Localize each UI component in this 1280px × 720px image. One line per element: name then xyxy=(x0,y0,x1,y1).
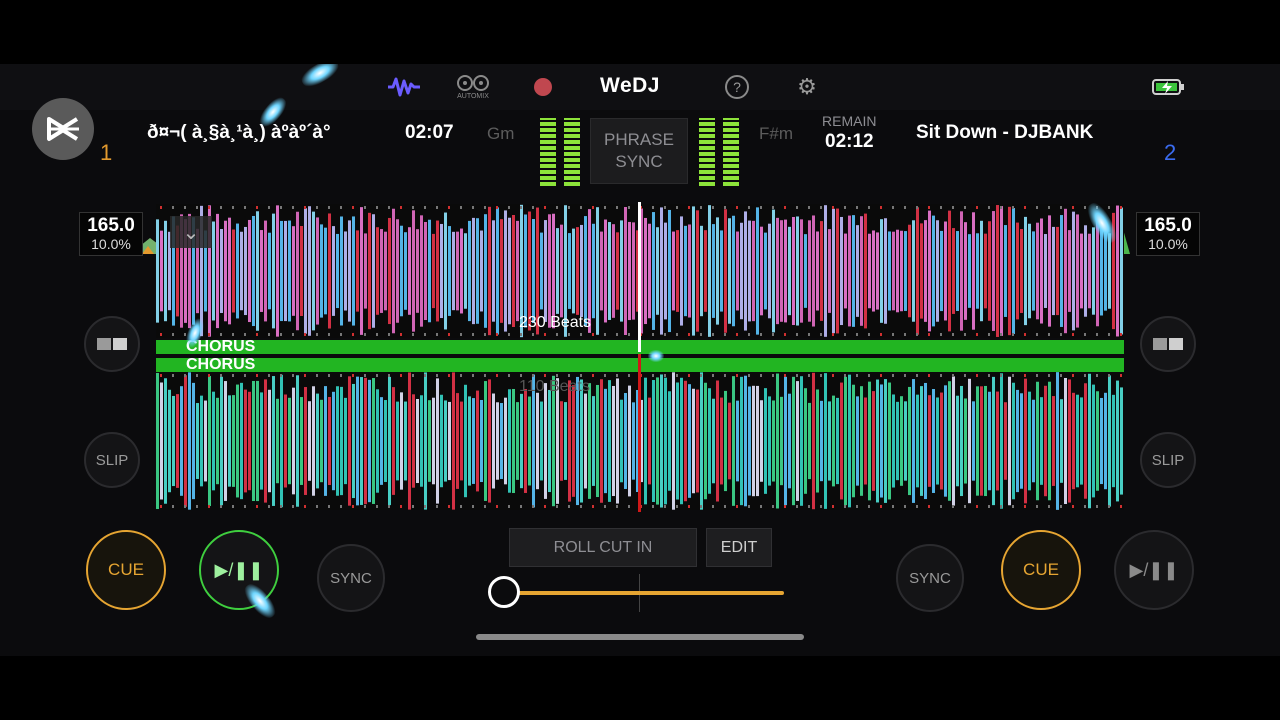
phrase-sync-button[interactable]: PHRASE SYNC xyxy=(590,118,688,184)
deck1-bpm-display[interactable]: 165.0 10.0% xyxy=(79,212,143,256)
phrase-sync-line1: PHRASE xyxy=(604,130,674,149)
deck2-level-meter-a xyxy=(699,118,715,186)
capcut-logo-icon xyxy=(32,98,94,160)
split-view-icon xyxy=(97,338,127,350)
deck1-title[interactable]: ð¤¬( à¸§à¸¹à¸) àºàº´à° xyxy=(147,122,362,144)
deck2-beats-label: 110 Beats xyxy=(519,378,590,395)
deck2-number: 2 xyxy=(1164,140,1177,165)
automix-label: AUTOMIX xyxy=(457,93,489,100)
crossfader-knob[interactable] xyxy=(488,576,520,608)
deck2-bpm: 165.0 xyxy=(1144,215,1192,236)
deck1-time: 02:07 xyxy=(405,122,454,143)
deck2-cue-button[interactable]: CUE xyxy=(1001,530,1081,610)
gear-icon[interactable]: ⚙ xyxy=(794,74,820,100)
battery-charging-icon xyxy=(1152,77,1186,97)
phrase-sync-line2: SYNC xyxy=(615,152,663,171)
split-view-icon xyxy=(1153,338,1183,350)
deck2-slip-button[interactable]: SLIP xyxy=(1140,432,1196,488)
deck1-beats-label: 230 Beats xyxy=(519,314,592,331)
app-brand: WeDJ xyxy=(600,74,660,97)
deck1-slip-button[interactable]: SLIP xyxy=(84,432,140,488)
deck1-playhead xyxy=(638,202,641,352)
deck2-pitch: 10.0% xyxy=(1148,236,1188,252)
sparkle-effect xyxy=(648,350,664,362)
deck2-split-view-button[interactable] xyxy=(1140,316,1196,372)
deck2-level-meter-b xyxy=(723,118,739,186)
chevron-down-icon[interactable]: ⌄ xyxy=(170,216,212,248)
deck1-cue-button[interactable]: CUE xyxy=(86,530,166,610)
waveform-icon[interactable] xyxy=(386,74,422,100)
deck1-sync-button[interactable]: SYNC xyxy=(317,544,385,612)
deck1-number: 1 xyxy=(100,140,113,165)
home-indicator xyxy=(476,634,804,640)
record-icon[interactable] xyxy=(532,76,554,98)
deck1-level-meter-a xyxy=(540,118,556,186)
fx-edit-button[interactable]: EDIT xyxy=(706,528,772,567)
deck1-pitch: 10.0% xyxy=(91,236,131,252)
top-bar: AUTOMIX WeDJ ? ⚙ xyxy=(0,64,1280,110)
deck2-remain-label: REMAIN xyxy=(822,113,877,129)
deck1-level-meter-b xyxy=(564,118,580,186)
deck2-title[interactable]: Sit Down - DJBANK xyxy=(916,122,1136,144)
deck2-play-pause-button[interactable]: ▶/❚❚ xyxy=(1114,530,1194,610)
deck2-sync-button[interactable]: SYNC xyxy=(896,544,964,612)
deck2-time: 02:12 xyxy=(825,131,874,152)
automix-button[interactable]: AUTOMIX xyxy=(452,70,494,104)
wedj-app: AUTOMIX WeDJ ? ⚙ 1 ð¤¬( à¸§à¸¹à¸) àºàº´à… xyxy=(0,64,1280,656)
crossfader[interactable] xyxy=(488,572,790,612)
help-icon[interactable]: ? xyxy=(725,75,749,99)
deck1-split-view-button[interactable] xyxy=(84,316,140,372)
fx-roll-cut-in-button[interactable]: ROLL CUT IN xyxy=(509,528,697,567)
deck1-key: Gm xyxy=(487,124,515,143)
deck2-playhead xyxy=(638,354,641,512)
deck1-bpm: 165.0 xyxy=(87,215,135,236)
deck2-key: F#m xyxy=(759,124,793,143)
deck2-bpm-display[interactable]: 165.0 10.0% xyxy=(1136,212,1200,256)
crossfader-track xyxy=(504,591,784,595)
automix-icon xyxy=(457,75,489,91)
